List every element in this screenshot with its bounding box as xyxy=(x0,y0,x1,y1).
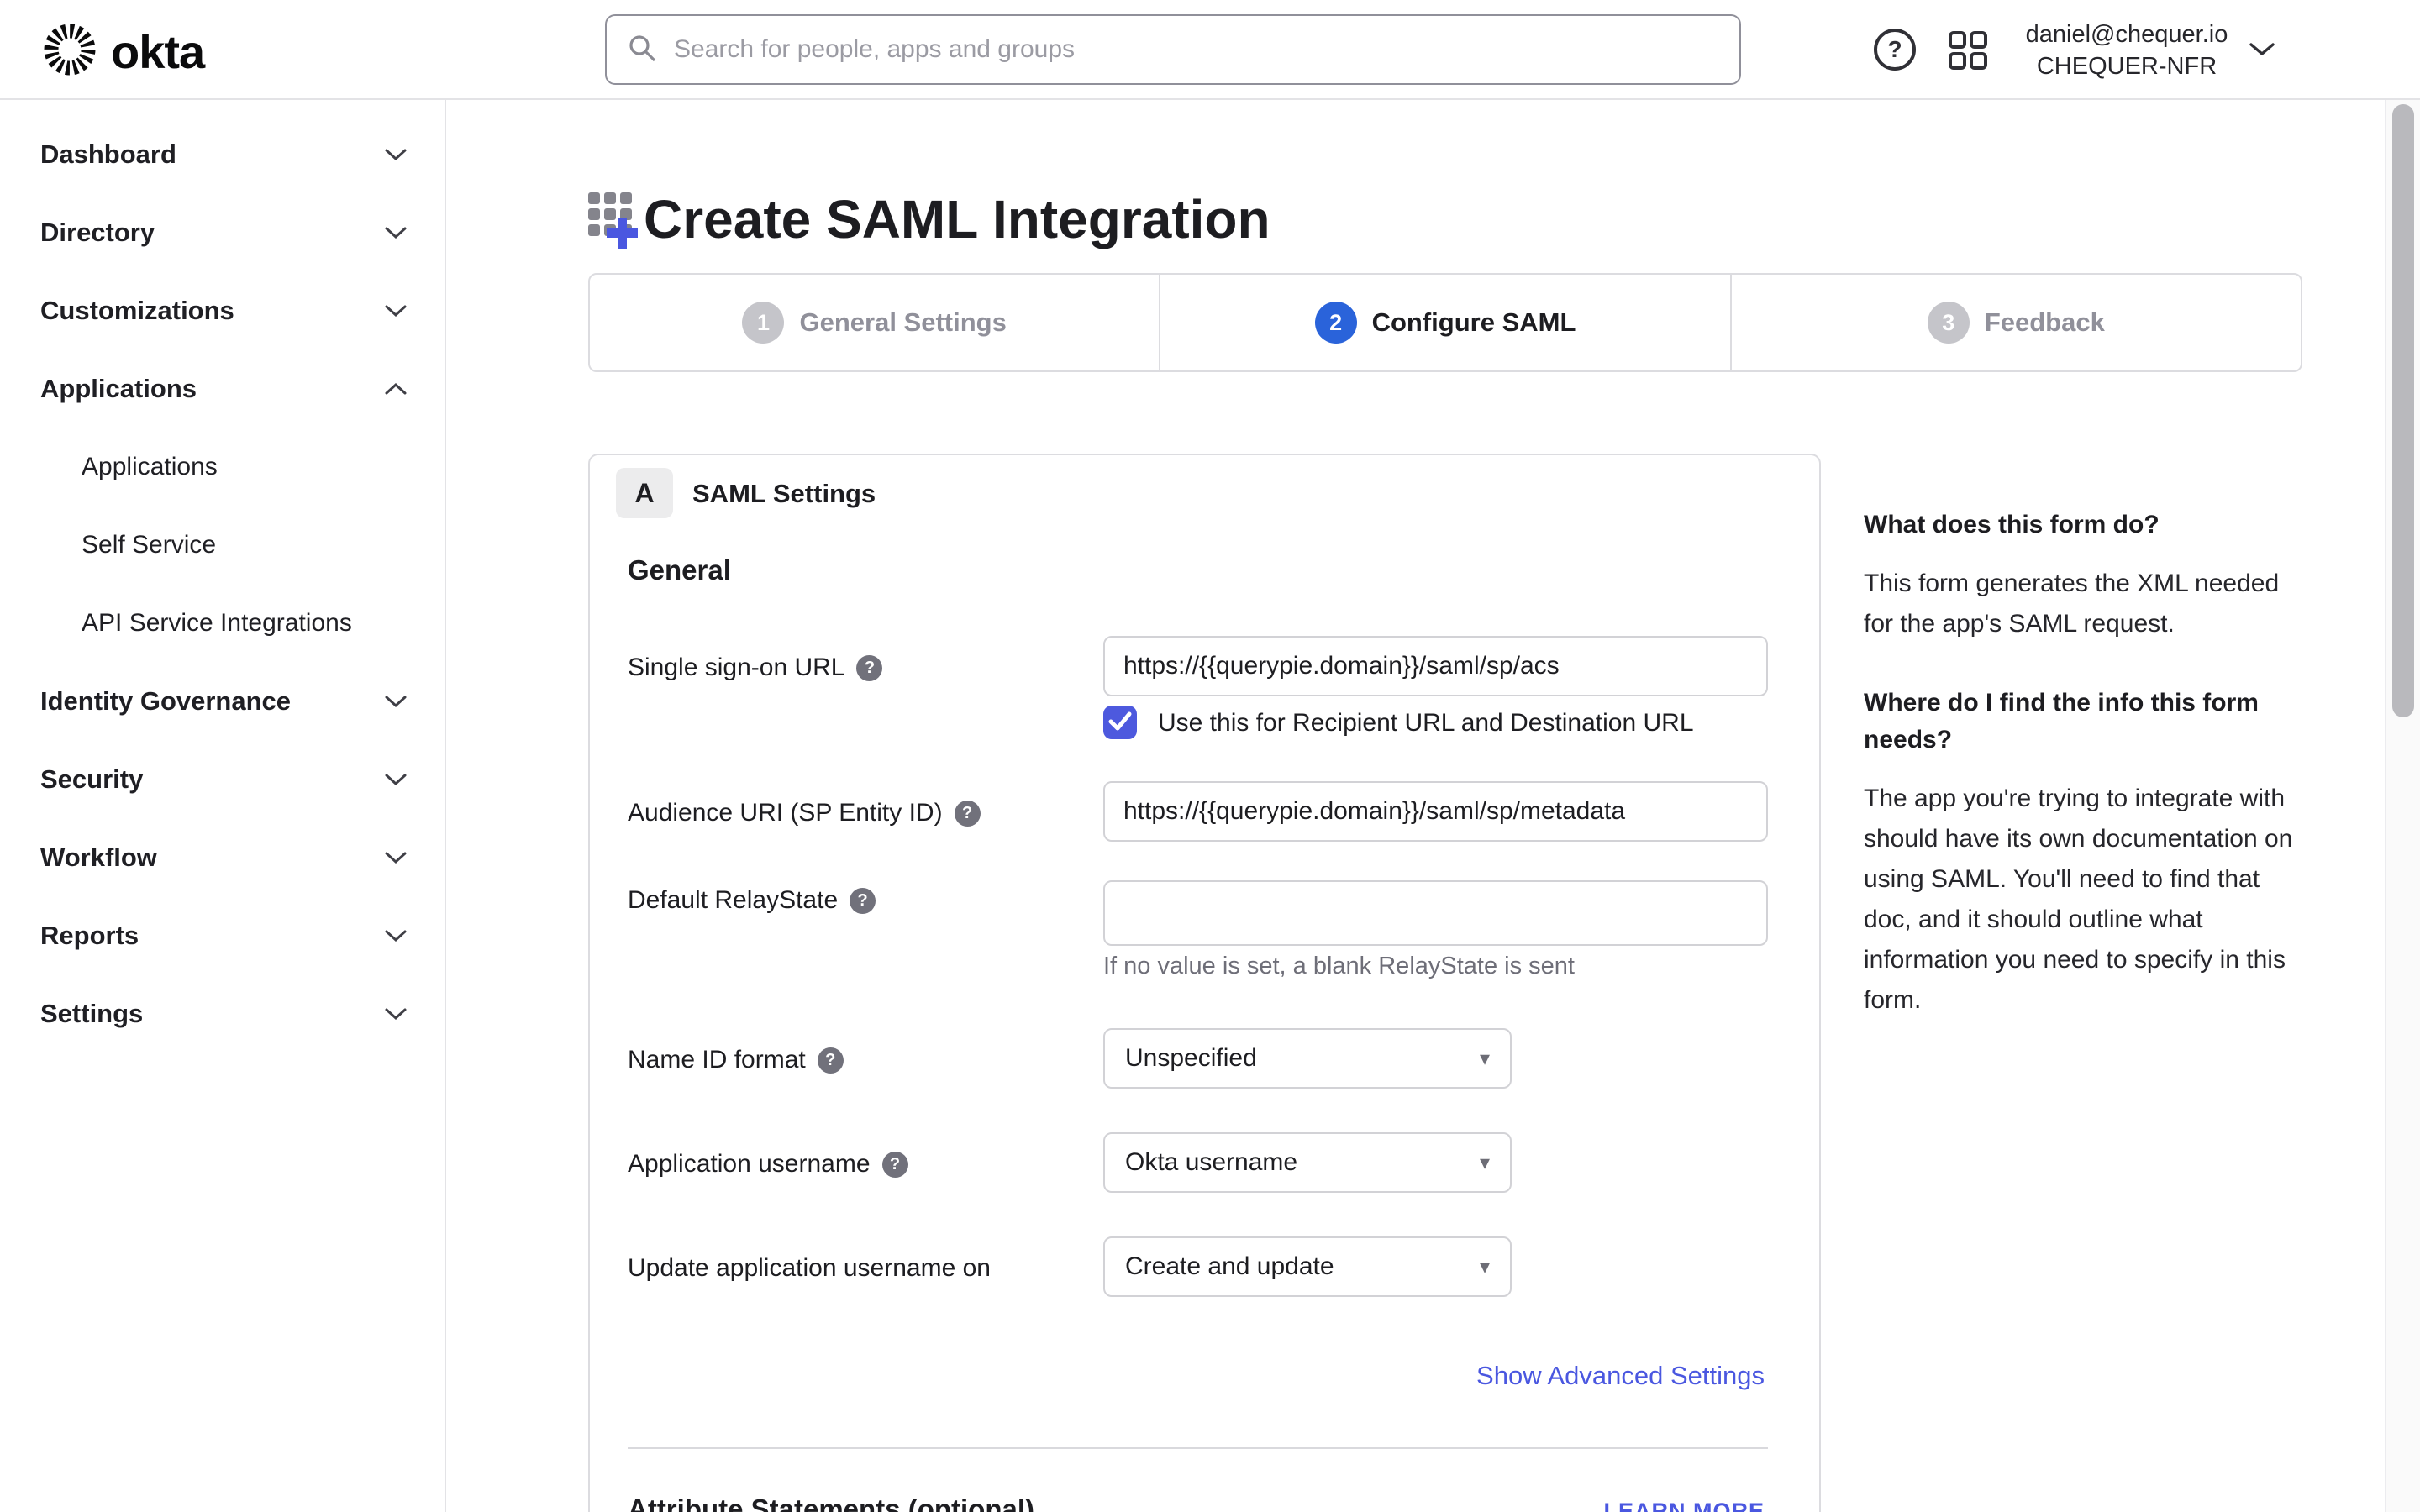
sidebar-item-identity-governance[interactable]: Identity Governance xyxy=(0,662,445,740)
question-icon: ? xyxy=(1887,36,1902,63)
chevron-down-icon xyxy=(2249,46,2275,60)
sidebar-item-reports[interactable]: Reports xyxy=(0,896,445,974)
section-divider xyxy=(628,1447,1768,1449)
help-icon[interactable]: ? xyxy=(850,888,876,914)
sidebar-item-customizations[interactable]: Customizations xyxy=(0,271,445,349)
page-title: Create SAML Integration xyxy=(644,184,1270,255)
audience-uri-label: Audience URI (SP Entity ID) ? xyxy=(628,799,981,827)
application-username-select[interactable]: Okta username ▾ xyxy=(1103,1132,1512,1193)
sso-url-input[interactable] xyxy=(1103,636,1768,696)
user-menu-chevron[interactable] xyxy=(2249,42,2275,61)
update-username-select[interactable]: Create and update ▾ xyxy=(1103,1236,1512,1297)
step-number-badge: 2 xyxy=(1315,302,1357,344)
sidebar-item-applications[interactable]: Applications xyxy=(0,349,445,428)
chevron-down-icon: ▾ xyxy=(1480,1047,1490,1071)
scrollbar[interactable] xyxy=(2385,100,2420,1512)
sso-url-label: Single sign-on URL ? xyxy=(628,654,882,682)
application-username-label: Application username ? xyxy=(628,1150,908,1179)
chevron-down-icon: ▾ xyxy=(1480,1255,1490,1279)
wizard-step-general-settings[interactable]: 1 General Settings xyxy=(590,275,1159,370)
saml-settings-card: A SAML Settings General Single sign-on U… xyxy=(588,454,1821,1512)
audience-uri-input[interactable] xyxy=(1103,781,1768,842)
chevron-down-icon: ▾ xyxy=(1480,1151,1490,1175)
section-badge: A xyxy=(616,468,673,518)
search-input[interactable] xyxy=(672,34,1719,65)
main-content: Create SAML Integration 1 General Settin… xyxy=(446,100,2420,1512)
relay-state-label: Default RelayState ? xyxy=(628,886,876,915)
okta-sunburst-icon xyxy=(42,22,97,81)
attribute-statements-heading: Attribute Statements (optional) xyxy=(628,1494,1034,1512)
chevron-down-icon xyxy=(384,695,408,708)
chevron-down-icon xyxy=(384,148,408,161)
search-icon xyxy=(627,33,657,67)
chevron-down-icon xyxy=(384,773,408,786)
sidebar-item-directory[interactable]: Directory xyxy=(0,193,445,271)
okta-logo[interactable]: okta xyxy=(42,22,204,81)
help-question-1: What does this form do? xyxy=(1864,507,2305,543)
help-icon[interactable]: ? xyxy=(882,1152,908,1178)
sidebar-item-dashboard[interactable]: Dashboard xyxy=(0,115,445,193)
chevron-up-icon xyxy=(384,382,408,396)
app-grid-plus-icon xyxy=(588,192,644,263)
chevron-down-icon xyxy=(384,304,408,318)
step-number-badge: 1 xyxy=(742,302,784,344)
help-icon[interactable]: ? xyxy=(818,1047,844,1074)
grid-icon xyxy=(1948,60,1988,74)
step-number-badge: 3 xyxy=(1928,302,1970,344)
checkmark-icon xyxy=(1103,704,1137,742)
update-username-label: Update application username on xyxy=(628,1254,991,1283)
sidebar-nav: Dashboard Directory Customizations Appli… xyxy=(0,100,446,1512)
recipient-url-checkbox-label: Use this for Recipient URL and Destinati… xyxy=(1158,709,1694,738)
show-advanced-settings-link[interactable]: Show Advanced Settings xyxy=(1476,1361,1765,1391)
recipient-url-checkbox[interactable] xyxy=(1103,706,1137,739)
global-search[interactable] xyxy=(605,14,1741,85)
sidebar-item-applications-sub[interactable]: Applications xyxy=(0,428,445,506)
sidebar-item-workflow[interactable]: Workflow xyxy=(0,818,445,896)
wizard-steps: 1 General Settings 2 Configure SAML 3 Fe… xyxy=(588,273,2302,372)
sidebar-item-self-service[interactable]: Self Service xyxy=(0,506,445,584)
apps-grid-button[interactable] xyxy=(1948,30,1988,75)
chevron-down-icon xyxy=(384,1007,408,1021)
help-question-2: Where do I find the info this form needs… xyxy=(1864,685,2305,759)
name-id-format-select[interactable]: Unspecified ▾ xyxy=(1103,1028,1512,1089)
user-email: daniel@chequer.io xyxy=(2017,18,2237,50)
wizard-step-configure-saml[interactable]: 2 Configure SAML xyxy=(1159,275,1729,370)
relay-state-hint: If no value is set, a blank RelayState i… xyxy=(1103,953,1575,980)
help-panel: What does this form do? This form genera… xyxy=(1864,507,2305,1021)
chevron-down-icon xyxy=(384,929,408,942)
chevron-down-icon xyxy=(384,851,408,864)
scrollbar-thumb[interactable] xyxy=(2392,104,2414,717)
help-button[interactable]: ? xyxy=(1874,29,1916,71)
sidebar-item-security[interactable]: Security xyxy=(0,740,445,818)
sidebar-item-settings[interactable]: Settings xyxy=(0,974,445,1053)
page-title-row: Create SAML Integration xyxy=(588,184,1270,263)
chevron-down-icon xyxy=(384,226,408,239)
top-bar: okta ? daniel@chequer.io CHEQUER-NFR xyxy=(0,0,2420,100)
section-title: SAML Settings xyxy=(692,479,876,509)
help-answer-2: The app you're trying to integrate with … xyxy=(1864,779,2305,1021)
okta-wordmark: okta xyxy=(111,24,204,79)
name-id-format-label: Name ID format ? xyxy=(628,1046,844,1074)
sidebar-item-api-service-integrations[interactable]: API Service Integrations xyxy=(0,584,445,662)
user-menu[interactable]: daniel@chequer.io CHEQUER-NFR xyxy=(2017,18,2237,82)
wizard-step-feedback[interactable]: 3 Feedback xyxy=(1730,275,2301,370)
relay-state-input[interactable] xyxy=(1103,880,1768,946)
help-icon[interactable]: ? xyxy=(955,801,981,827)
learn-more-link[interactable]: LEARN MORE xyxy=(1604,1499,1765,1512)
help-answer-1: This form generates the XML needed for t… xyxy=(1864,564,2305,644)
help-icon[interactable]: ? xyxy=(856,655,882,681)
general-heading: General xyxy=(628,554,731,586)
org-name: CHEQUER-NFR xyxy=(2017,50,2237,82)
